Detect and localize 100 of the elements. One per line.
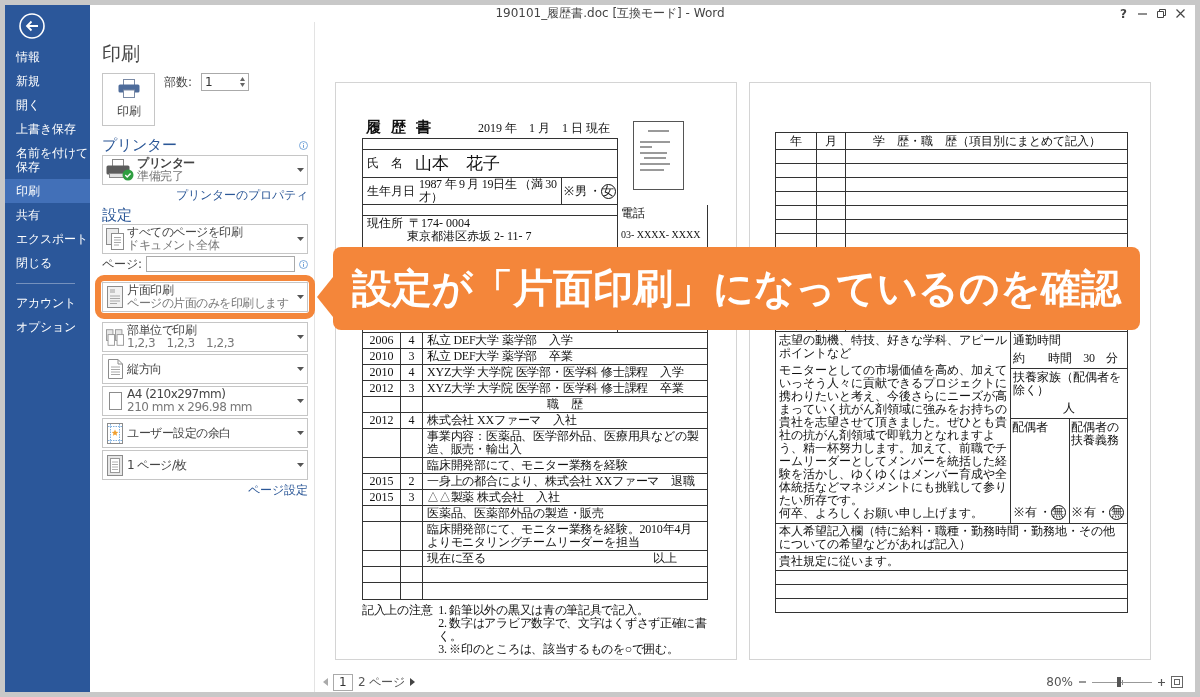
blank-page-icon (108, 392, 122, 410)
phone-number: 03- XXXX- XXXX (621, 228, 702, 241)
pages-label: ページ: (102, 255, 143, 273)
history-entry: 現在に至る (427, 552, 486, 565)
history-entry: 私立 DEF大学 薬学部 卒業 (427, 350, 573, 363)
year-cell: 2010 (369, 350, 394, 363)
settings-dropdown[interactable]: 部単位で印刷 1,2,3 1,2,3 1,2,3 (102, 322, 308, 352)
settings-dropdown[interactable]: すべてのページを印刷 ドキュメント全体 (102, 224, 308, 254)
birth-date: 1987 年 9 月 19日生 （満 30 才） (419, 178, 558, 204)
sidebar-item[interactable]: エクスポート (5, 227, 90, 251)
spinner-icon[interactable] (240, 77, 246, 87)
printer-dropdown[interactable]: プリンター 準備完了 (102, 155, 308, 185)
sidebar-item[interactable]: 閉じる (5, 251, 90, 275)
gender-option: 男 (573, 183, 589, 199)
caret-icon (297, 367, 304, 371)
pages-icon (106, 228, 124, 250)
history-entry: 私立 DEF大学 薬学部 入学 (427, 334, 573, 347)
history-entry: 事業内容：医薬品、医学部外品、医療用具などの製造、販売・輸出入 (427, 430, 700, 456)
fit-page-icon[interactable] (1171, 676, 1183, 688)
settings-dropdown[interactable]: 片面印刷 ページの片面のみを印刷します (102, 282, 308, 312)
caret-icon (297, 463, 304, 467)
section-heading: 設定 (102, 206, 132, 224)
note-text: 2. 数字はアラビア数字で、文字はくずさず正確に書く。 (438, 617, 708, 643)
sidebar-item[interactable]: 開く (5, 93, 90, 117)
history-entry: 医薬品、医薬部外品の製造・販売 (427, 507, 604, 520)
history-entry: 臨床開発部にて、モニター業務を経験 (427, 459, 628, 472)
year-cell: 2015 (369, 475, 394, 488)
sidebar-item[interactable]: アカウント (5, 291, 90, 315)
request-text: 貴社規定に従います。 (779, 555, 899, 568)
close-icon (1176, 9, 1185, 18)
section-label: 志望の動機、特技、好きな学科、アピールポイントなど (779, 334, 1007, 360)
zoom-in-icon[interactable] (1158, 678, 1165, 686)
dependents-count: 人 (1062, 402, 1076, 415)
settings-dropdown[interactable]: ユーザー設定の余白 (102, 418, 308, 448)
slider-thumb[interactable] (1117, 677, 1121, 687)
back-button[interactable] (19, 13, 45, 39)
history-entry: 株式会社 XXファーマ 入社 (427, 414, 577, 427)
month-cell: 3 (408, 491, 415, 504)
pages-field[interactable] (146, 256, 295, 272)
portrait-page-icon (107, 359, 123, 379)
note-text: 3. ※印のところは、該当するものを○で囲む。 (438, 643, 680, 656)
history-entry: 一身上の都合により、株式会社 XXファーマ 退職 (427, 475, 695, 488)
minimize-icon (1138, 12, 1147, 15)
caret-icon (297, 399, 304, 403)
sidebar-item[interactable]: 印刷 (5, 179, 90, 203)
spouse-option: 有 (1023, 505, 1039, 520)
notes-label: 記入上の注意 (362, 604, 433, 619)
copies-field[interactable]: 1 (201, 73, 250, 91)
panel-title: 印刷 (102, 41, 141, 65)
pages-per-sheet-icon (107, 454, 123, 476)
sidebar-item[interactable]: オプション (5, 315, 90, 339)
sidebar-item[interactable]: 情報 (5, 45, 90, 69)
printer-properties-link[interactable]: プリンターのプロパティ (176, 188, 308, 202)
sidebar-item[interactable]: 新規 (5, 69, 90, 93)
month-cell: 4 (408, 414, 415, 427)
next-page-icon[interactable] (410, 678, 416, 686)
year-cell: 2006 (369, 334, 394, 347)
settings-dropdown[interactable]: 縦方向 (102, 354, 308, 384)
month-cell: 2 (408, 475, 415, 488)
document-date: 2019 年 1 月 1 日 現在 (478, 122, 610, 135)
column-header: 年 (790, 134, 802, 148)
page-count: 2 ページ (358, 673, 406, 691)
closing-line: 何卒、よろしくお願い申し上げます。 (779, 507, 984, 520)
page-setup-link[interactable]: ページ設定 (248, 483, 308, 497)
history-entry: 臨床開発部にて、モニター業務を経験。2010年4月よりモニタリングチームリーダーを担当 (427, 523, 693, 549)
printer-icon (117, 79, 140, 98)
zoom-level[interactable]: 80% (1046, 675, 1073, 689)
month-cell: 3 (408, 350, 415, 363)
address-text: 東京都港区赤坂 2- 11- 7 (406, 230, 533, 243)
document-title: 履 歴 書 (366, 119, 434, 135)
note-mark: ※ (563, 184, 574, 198)
month-cell: 4 (408, 366, 415, 379)
history-section-heading: 職 歴 (547, 398, 583, 411)
year-cell: 2015 (369, 491, 394, 504)
history-entry: XYZ大学 大学院 医学部・医学科 修士課程 入学 (427, 366, 684, 379)
section-label: 本人希望記入欄（特に給料・職種・勤務時間・勤務地・その他についての希望などがあれば記入） (779, 524, 1115, 551)
month-cell: 4 (408, 334, 415, 347)
sidebar-item[interactable]: 共有 (5, 203, 90, 227)
field-label: 氏 名 (367, 157, 403, 170)
applicant-name: 山本 花子 (415, 154, 500, 173)
single-page-icon (107, 286, 123, 308)
settings-dropdown[interactable]: A4 (210x297mm) 210 mm x 296.98 mm (102, 386, 308, 416)
caret-icon (297, 237, 304, 241)
month-cell: 3 (408, 382, 415, 395)
caret-icon (297, 431, 304, 435)
year-cell: 2012 (369, 382, 394, 395)
history-entry: △△製薬 株式会社 入社 (427, 491, 560, 504)
separator-dot: ・ (1097, 506, 1110, 519)
caret-icon (297, 168, 304, 172)
column-header: 月 (825, 134, 837, 148)
page-number-field[interactable]: 1 (333, 673, 353, 691)
sidebar-item[interactable]: 名前を付けて保存 (5, 141, 90, 179)
print-button[interactable]: 印刷 (102, 73, 155, 126)
field-label: 生年月日 (367, 184, 415, 198)
sidebar-item[interactable]: 上書き保存 (5, 117, 90, 141)
field-label: 扶養家族（配偶者を除く） (1013, 371, 1122, 397)
help-button[interactable]: ? (1114, 5, 1133, 22)
note-mark: ※ (1072, 506, 1083, 519)
caret-icon (297, 335, 304, 339)
settings-dropdown[interactable]: 1 ページ/枚 (102, 450, 308, 480)
